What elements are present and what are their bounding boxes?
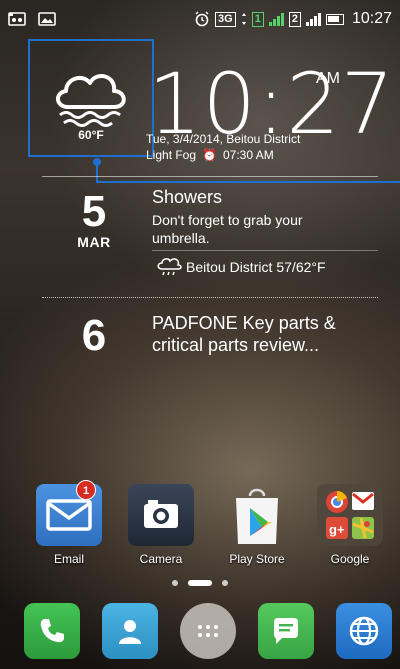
- next-alarm: 07:30 AM: [223, 148, 274, 162]
- phone-icon[interactable]: [24, 603, 80, 659]
- event-title[interactable]: PADFONE Key parts & critical parts revie…: [152, 313, 377, 356]
- page-dot: [222, 580, 228, 586]
- event-weather-location: Beitou District: [186, 259, 273, 275]
- divider: [42, 297, 378, 298]
- app-google-folder[interactable]: g+ Google: [310, 484, 390, 566]
- weather-condition-line: Light Fog ⏰ 07:30 AM: [146, 148, 274, 162]
- event-weather-range: 57/62°F: [276, 259, 326, 275]
- browser-icon[interactable]: [336, 603, 392, 659]
- event-day: 5: [81, 187, 107, 236]
- app-play-store[interactable]: Play Store: [217, 484, 297, 566]
- network-3g-icon: 3G: [215, 11, 236, 27]
- event-weather: Beitou District 57/62°F: [156, 257, 326, 277]
- event-title[interactable]: Showers: [152, 187, 222, 209]
- sim1-icon: 1: [251, 11, 264, 27]
- app-label: Email: [53, 552, 84, 566]
- event-month: MAR: [77, 234, 111, 250]
- page-dot: [172, 580, 178, 586]
- email-icon: 1: [36, 480, 102, 546]
- callout-line: [96, 181, 400, 183]
- divider: [42, 176, 378, 177]
- page-dot-current: [188, 580, 212, 586]
- alarm-small-icon: ⏰: [202, 148, 217, 162]
- status-bar: 3G 1 2 10:27: [0, 0, 400, 38]
- scales-icon: [8, 11, 26, 27]
- camera-icon: [128, 484, 194, 546]
- event-date[interactable]: 5 MAR: [54, 187, 134, 251]
- app-label: Camera: [139, 552, 183, 566]
- alarm-icon: [194, 11, 210, 27]
- app-camera[interactable]: Camera: [121, 484, 201, 566]
- event-subtitle: Don't forget to grab your umbrella.: [152, 212, 303, 246]
- play-store-icon: [224, 484, 290, 546]
- current-temperature: 60°F: [78, 128, 104, 142]
- event-date[interactable]: 6: [54, 314, 134, 358]
- messaging-icon[interactable]: [258, 603, 314, 659]
- callout-line: [96, 158, 98, 182]
- divider: [152, 250, 378, 251]
- cloud-fog-icon: [56, 74, 126, 127]
- page-indicator: [0, 580, 400, 586]
- app-label: Play Store: [229, 552, 285, 566]
- app-drawer-icon[interactable]: [180, 603, 236, 659]
- data-arrows-icon: [241, 11, 247, 27]
- unread-badge: 1: [76, 480, 96, 500]
- signal-icon: [305, 12, 321, 26]
- image-icon: [38, 11, 56, 27]
- svg-text:g+: g+: [329, 522, 345, 537]
- date-location: Tue, 3/4/2014, Beitou District: [146, 132, 301, 146]
- app-label: Google: [330, 552, 370, 566]
- weather-condition: Light Fog: [146, 148, 197, 162]
- cloud-rain-icon: [157, 258, 182, 276]
- signal-icon: [268, 12, 284, 26]
- google-folder-icon: g+: [317, 484, 383, 546]
- contacts-icon[interactable]: [102, 603, 158, 659]
- dock: [0, 603, 400, 663]
- status-time: 10:27: [351, 10, 392, 27]
- event-day: 6: [81, 311, 107, 360]
- clock-ampm: AM: [316, 70, 340, 87]
- app-email[interactable]: 1 Email: [29, 480, 109, 566]
- sim2-icon: 2: [288, 11, 301, 27]
- battery-icon: [325, 13, 344, 25]
- weather-icon-highlight[interactable]: 60°F: [28, 39, 154, 157]
